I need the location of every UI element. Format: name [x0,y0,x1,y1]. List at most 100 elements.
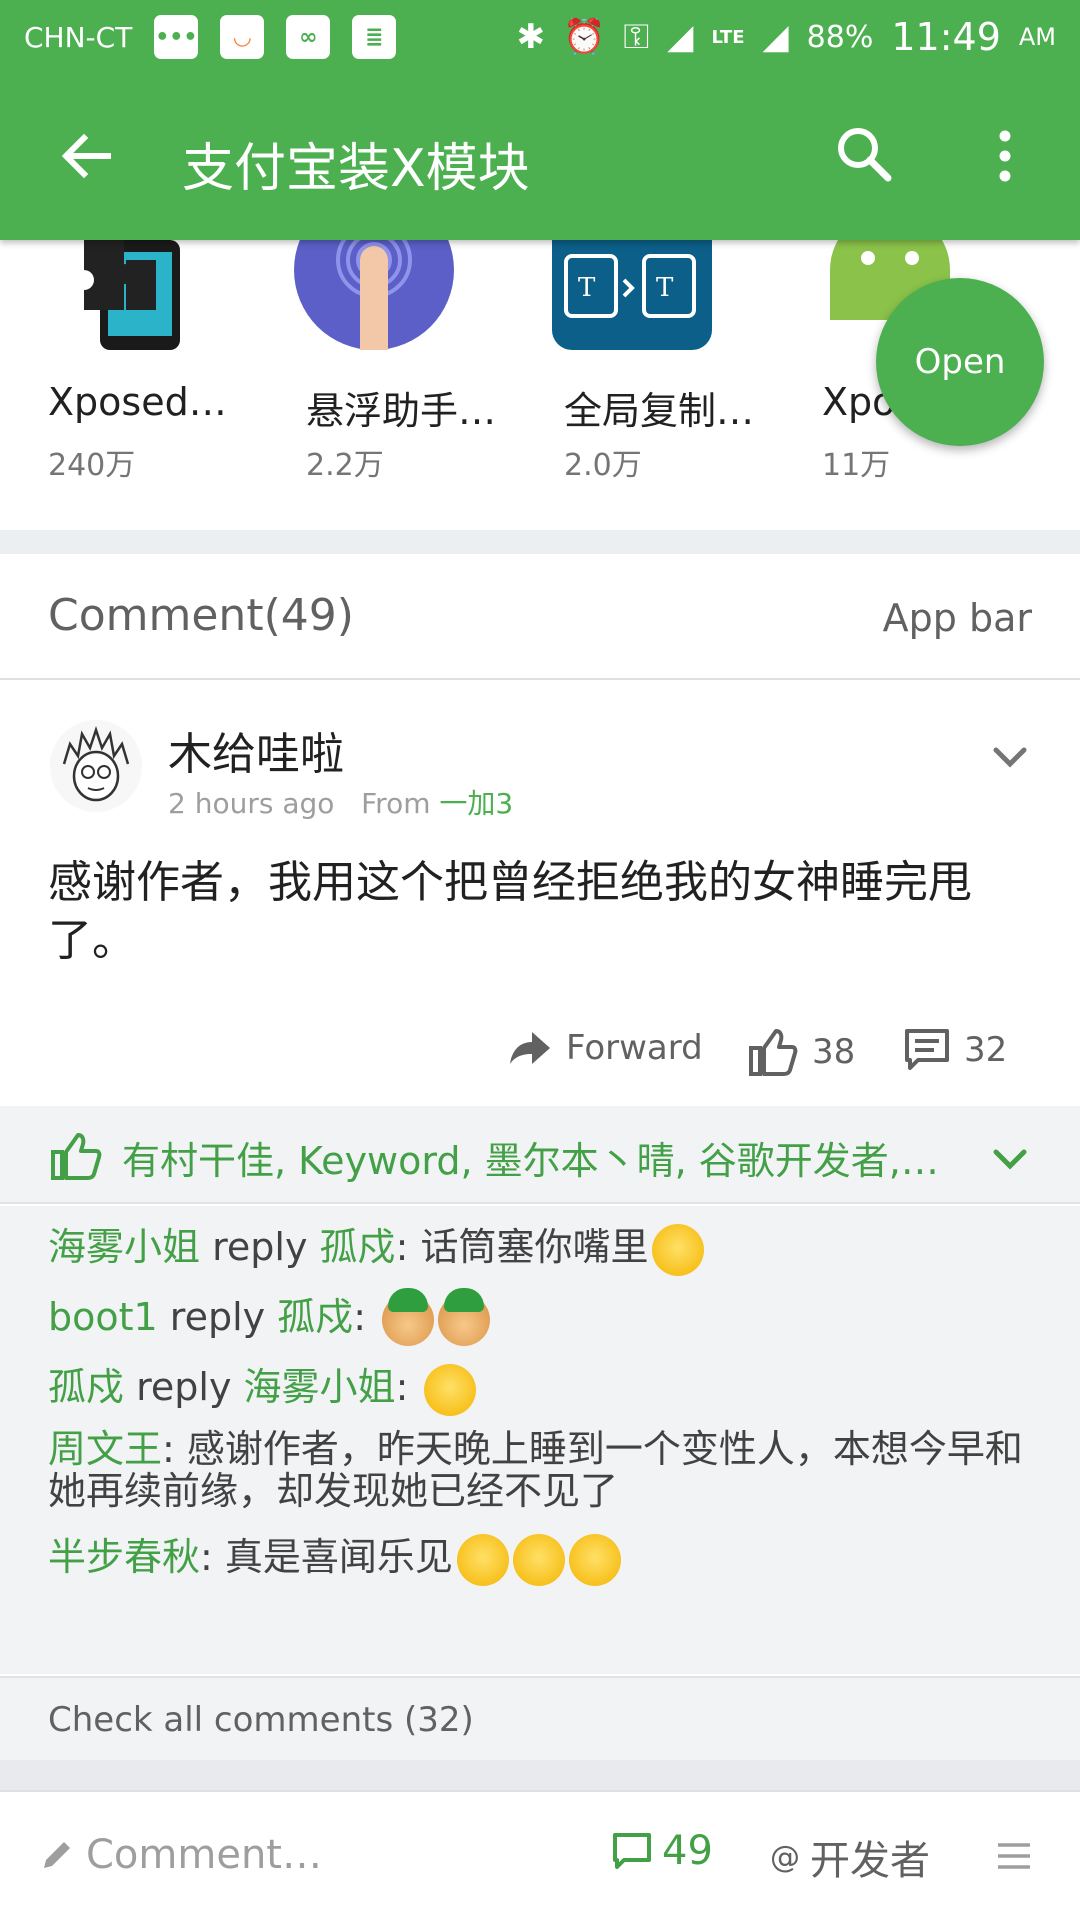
reply-text: : [353,1295,367,1339]
reply-text: : 感谢作者，昨天晚上睡到一个变性人，本想今早和她再续前缘，却发现她已经不见了 [48,1427,1023,1513]
reply-count: 32 [964,1030,1008,1070]
smile-emoji-icon [512,1533,565,1586]
like-count: 38 [812,1032,856,1072]
comment-header: Comment(49) App bar [0,554,1080,680]
list-item[interactable]: 海雾小姐 reply 孤戍: 话筒塞你嘴里 [48,1222,1038,1276]
reply-user[interactable]: 周文王 [48,1427,162,1471]
share-icon [510,1032,550,1064]
check-all-comments-button[interactable]: Check all comments (32) [0,1676,1080,1760]
comment-author[interactable]: 木给哇啦 [168,718,344,782]
check-all-label: Check all comments (32) [48,1700,474,1740]
battery-label: 88% [806,19,874,55]
like-button[interactable]: 38 [748,1028,855,1076]
reply-target[interactable]: 海雾小姐 [244,1365,396,1409]
device-link[interactable]: 一加3 [439,787,513,820]
reply-text: : 话筒塞你嘴里 [395,1225,649,1269]
vpn-key-icon: ⚿ [623,17,650,57]
smile-emoji-icon [652,1223,705,1276]
ampm-label: AM [1018,23,1056,51]
comment-icon [613,1833,651,1869]
toolbar: 支付宝装X模块 [0,74,1080,240]
lte-label: LTE [711,26,745,48]
dizzy-emoji-icon [424,1363,477,1416]
comment-time: 2 hours ago [168,787,335,820]
reply-count-button[interactable]: 32 [904,1028,1007,1072]
chevron-down-icon[interactable] [988,734,1032,778]
smile-emoji-icon [568,1533,621,1586]
comment-placeholder: Comment… [86,1832,322,1878]
list-item[interactable]: 半步春秋: 真是喜闻乐见 [48,1532,1038,1586]
app-download-count: 2.2万 [306,448,384,483]
app-download-count: 240万 [48,448,136,483]
status-bar: CHN-CT ••• ◡ ∞ ≣ ✱ ⏰ ⚿ ◢ LTE ◢ 88% 11:49… [0,0,1080,74]
carrier-label: CHN-CT [24,20,133,54]
comment-actions: Forward 38 32 [0,1020,1080,1090]
signal-icon: ◢ [762,17,789,57]
app-name: 全局复制… [564,389,755,433]
avatar[interactable] [50,720,142,812]
forward-button[interactable]: Forward [508,1028,703,1068]
svg-text:T: T [578,273,596,303]
chevron-down-icon[interactable] [988,1136,1032,1180]
divider [0,1760,1080,1790]
more-vert-icon[interactable] [990,126,1020,186]
reply-word: reply [136,1365,232,1409]
time-label: 11:49 [891,15,1001,59]
comment-icon [905,1029,949,1070]
wifi-off-icon: ◢ [667,17,694,57]
page-title: 支付宝装X模块 [182,139,530,199]
replies-list: 海雾小姐 reply 孤戍: 话筒塞你嘴里 boot1 reply 孤戍: 孤戍… [0,1206,1080,1674]
reply-user[interactable]: 海雾小姐 [48,1225,200,1269]
from-label: From [361,787,431,820]
app-name: Xposed… [48,380,227,424]
reply-target[interactable]: 孤戍 [277,1295,353,1339]
forward-label: Forward [566,1028,703,1068]
app-download-count: 2.0万 [564,448,642,483]
alarm-icon: ⏰ [563,17,606,57]
svg-text:T: T [656,273,674,303]
gallery-icon: ∞ [286,15,331,59]
at-icon: @ [770,1839,800,1875]
search-icon[interactable] [832,122,896,186]
comments-count: 49 [662,1828,713,1874]
menu-icon[interactable] [996,1842,1032,1870]
thumb-up-icon [51,1133,102,1180]
list-item[interactable]: 孤戍 reply 海雾小姐: [48,1362,1038,1416]
comment-input[interactable]: Comment… [40,1832,322,1878]
reply-user[interactable]: 半步春秋 [48,1535,200,1579]
comment-card: 木给哇啦 2 hours ago From 一加3 感谢作者，我用这个把曾经拒绝… [0,682,1080,1106]
didi-icon: ◡ [220,15,265,59]
likes-row[interactable]: 有村干佳, Keyword, 墨尔本丶晴, 谷歌开发者,… [0,1106,1080,1204]
list-item[interactable]: boot1 reply 孤戍: [48,1287,1038,1346]
pencil-icon [44,1842,70,1868]
comment-meta: 2 hours ago From 一加3 [168,782,513,822]
comment-count-title: Comment(49) [48,590,354,641]
app-name: 悬浮助手… [306,389,497,433]
bluetooth-icon: ✱ [516,17,546,57]
dog-emoji-icon [382,1287,435,1346]
reply-word: reply [212,1225,308,1269]
mention-developer-button[interactable]: @ 开发者 [770,1828,930,1886]
xposed-puzzle-icon [84,240,180,350]
comments-count-button[interactable]: 49 [612,1828,713,1874]
app-bar-link[interactable]: App bar [883,596,1032,640]
dog-emoji-icon [438,1287,491,1346]
back-arrow-icon[interactable] [56,126,116,186]
smile-emoji-icon [456,1533,509,1586]
reply-target[interactable]: 孤戍 [320,1225,396,1269]
app-download-count: 11万 [822,448,891,483]
comment-text: 感谢作者，我用这个把曾经拒绝我的女神睡完甩了。 [48,857,972,966]
reply-text: : 真是喜闻乐见 [200,1535,453,1579]
divider [0,530,1080,554]
fingerprint-icon [294,240,454,350]
reply-user[interactable]: 孤戍 [48,1365,124,1409]
app-bar: CHN-CT ••• ◡ ∞ ≣ ✱ ⏰ ⚿ ◢ LTE ◢ 88% 11:49… [0,0,1080,240]
thumb-up-icon [749,1029,798,1076]
open-fab-button[interactable]: Open [876,278,1044,446]
news-icon: ≣ [352,15,397,59]
list-item[interactable]: 周文王: 感谢作者，昨天晚上睡到一个变性人，本想今早和她再续前缘，却发现她已经不… [48,1428,1038,1512]
bottom-bar: Comment… 49 @ 开发者 [0,1790,1080,1920]
liker-names: 有村干佳, Keyword, 墨尔本丶晴, 谷歌开发者,… [122,1139,939,1183]
copy-text-icon: T T [552,240,712,350]
reply-user[interactable]: boot1 [48,1295,158,1339]
